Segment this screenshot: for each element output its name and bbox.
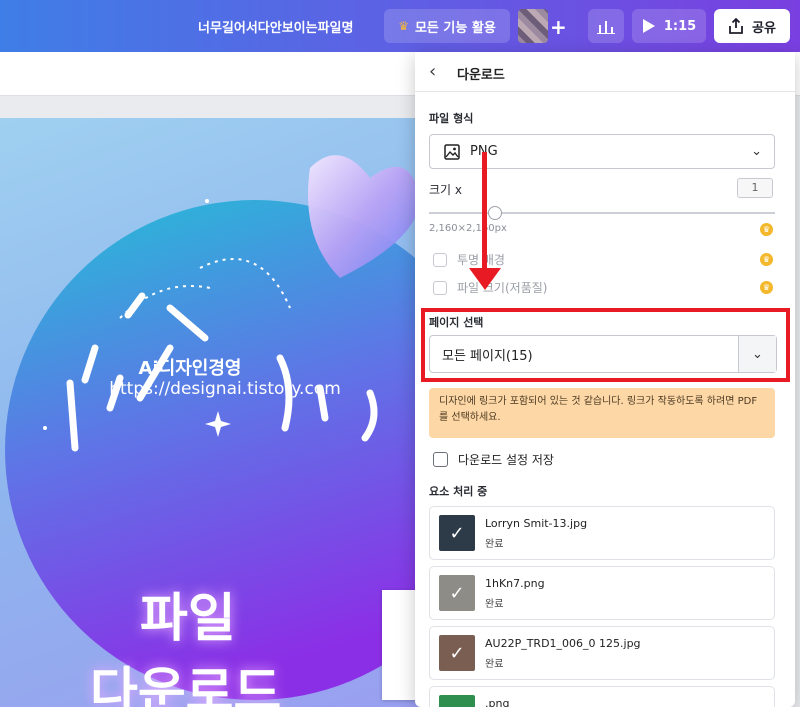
page-select-label: 페이지 선택 xyxy=(429,316,484,329)
present-button[interactable]: 1:15 xyxy=(632,9,706,43)
annotation-arrow-line xyxy=(482,152,487,270)
file-list-item: .png xyxy=(429,686,775,707)
share-icon xyxy=(729,18,743,34)
page-select-value: 모든 페이지(15) xyxy=(442,348,533,364)
file-thumbnail xyxy=(439,695,475,707)
file-name: .png xyxy=(485,697,510,707)
file-thumbnail: ✓ xyxy=(439,515,475,551)
size-slider-handle[interactable] xyxy=(488,206,502,220)
save-settings-option[interactable]: 다운로드 설정 저장 xyxy=(433,451,554,468)
size-multiplier-input[interactable]: 1 xyxy=(737,178,773,198)
crown-icon: ♛ xyxy=(760,223,773,236)
insights-button[interactable] xyxy=(588,9,624,43)
panel-title: 다운로드 xyxy=(457,68,505,83)
transparent-bg-option[interactable]: 투명 배경 xyxy=(433,251,505,268)
play-icon xyxy=(642,19,655,33)
file-list-item: ✓ 1hKn7.png 완료 xyxy=(429,566,775,620)
file-name: AU22P_TRD1_006_0 125.jpg xyxy=(485,637,641,650)
file-thumbnail: ✓ xyxy=(439,635,475,671)
all-features-button[interactable]: ♛ 모든 기능 활용 xyxy=(384,9,510,43)
compress-file-checkbox[interactable] xyxy=(433,280,447,295)
file-status: 완료 xyxy=(485,659,504,670)
file-format-label: 파일 형식 xyxy=(429,112,474,125)
panel-header: ‹ 다운로드 xyxy=(415,52,795,92)
download-panel: ‹ 다운로드 파일 형식 PNG ⌄ 크기 x 1 2,160×2,160px … xyxy=(415,52,795,707)
file-status: 완료 xyxy=(485,599,504,610)
all-features-label: 모든 기능 활용 xyxy=(414,20,496,36)
file-status: 완료 xyxy=(485,539,504,550)
file-thumbnail: ✓ xyxy=(439,575,475,611)
add-collaborator-button[interactable]: + xyxy=(550,15,567,39)
transparent-bg-label: 투명 배경 xyxy=(457,253,505,267)
headline-line1: 파일 xyxy=(140,589,236,649)
back-chevron-icon[interactable]: ‹ xyxy=(429,61,436,82)
crown-icon: ♛ xyxy=(760,253,773,266)
file-name: 1hKn7.png xyxy=(485,577,545,590)
top-bar: 너무길어서다안보이는파일명 ♛ 모든 기능 활용 + 1:15 공유 xyxy=(0,0,800,52)
file-format-select[interactable]: PNG ⌄ xyxy=(429,134,775,169)
bar-chart-icon xyxy=(597,21,615,34)
play-time: 1:15 xyxy=(663,18,697,34)
check-icon: ✓ xyxy=(449,522,465,544)
chevron-down-icon[interactable]: ⌄ xyxy=(738,336,776,372)
share-label: 공유 xyxy=(752,20,776,36)
file-list-item: ✓ AU22P_TRD1_006_0 125.jpg 완료 xyxy=(429,626,775,680)
file-name: Lorryn Smit-13.jpg xyxy=(485,517,588,530)
save-settings-label: 다운로드 설정 저장 xyxy=(458,453,554,467)
check-icon: ✓ xyxy=(449,642,465,664)
processing-label: 요소 처리 중 xyxy=(429,485,488,498)
size-label: 크기 x xyxy=(429,183,462,197)
check-icon: ✓ xyxy=(449,582,465,604)
page-select-dropdown[interactable]: 모든 페이지(15) ⌄ xyxy=(429,335,777,373)
avatar[interactable] xyxy=(518,9,548,43)
annotation-arrow-head xyxy=(469,268,501,290)
image-icon xyxy=(444,143,460,160)
watermark-url: https://designai.tistory.com xyxy=(109,379,341,399)
file-list-item: ✓ Lorryn Smit-13.jpg 완료 xyxy=(429,506,775,560)
crown-icon: ♛ xyxy=(398,19,409,33)
pdf-link-notice: 디자인에 링크가 포함되어 있는 것 같습니다. 링크가 작동하도록 하려면 P… xyxy=(429,388,775,438)
dimensions-text: 2,160×2,160px xyxy=(429,223,507,234)
chevron-down-icon: ⌄ xyxy=(751,144,762,159)
watermark-brand: Ai디자인경영 xyxy=(138,358,242,379)
share-button[interactable]: 공유 xyxy=(714,9,790,43)
save-settings-checkbox[interactable] xyxy=(433,452,448,467)
file-title[interactable]: 너무길어서다안보이는파일명 xyxy=(198,17,353,36)
crown-icon: ♛ xyxy=(760,281,773,294)
transparent-bg-checkbox[interactable] xyxy=(433,252,447,267)
size-slider-track[interactable] xyxy=(429,212,775,214)
headline-line2: 다운로드 xyxy=(90,663,282,707)
